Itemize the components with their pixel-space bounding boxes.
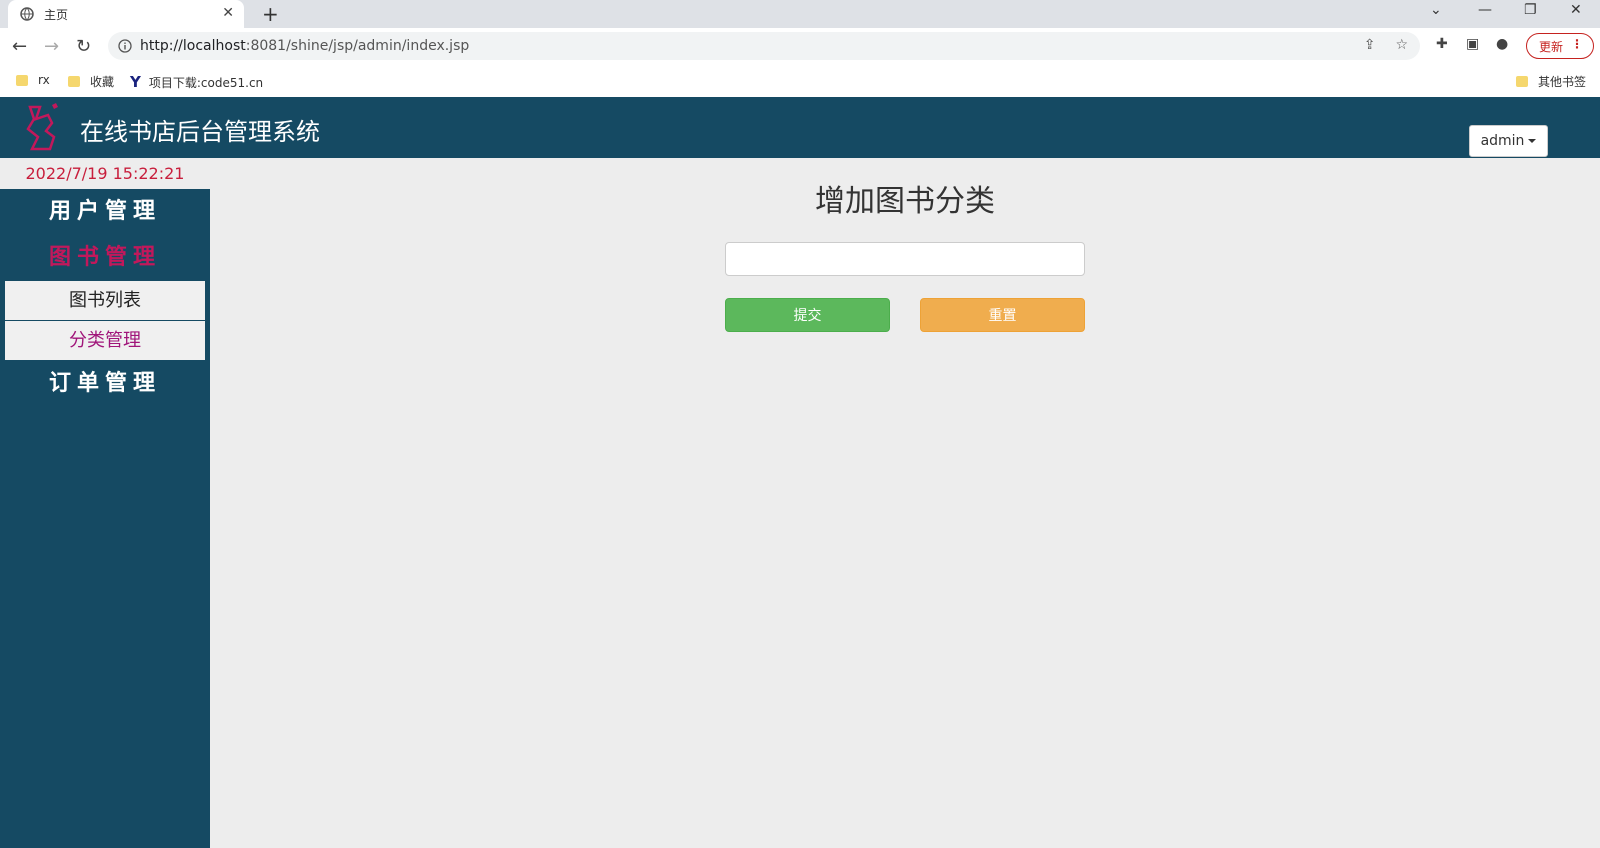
bookstore-logo-icon bbox=[26, 103, 58, 151]
address-bar[interactable]: http://localhost:8081/shine/jsp/admin/in… bbox=[108, 32, 1420, 60]
close-tab-icon[interactable]: ✕ bbox=[222, 5, 234, 21]
profile-icon[interactable]: ● bbox=[1496, 36, 1508, 52]
bookmark-label: rx bbox=[38, 73, 50, 87]
star-icon[interactable]: ☆ bbox=[1395, 37, 1408, 53]
side-panel-icon[interactable]: ▣ bbox=[1466, 36, 1479, 52]
update-button[interactable]: 更新 ⋮ bbox=[1526, 33, 1594, 59]
nav-order-management[interactable]: 订单管理 bbox=[0, 361, 210, 407]
admin-label: admin bbox=[1480, 133, 1525, 149]
admin-dropdown[interactable]: admin bbox=[1469, 125, 1548, 157]
new-tab-icon[interactable]: + bbox=[262, 2, 279, 26]
url-path: :8081/shine/jsp/admin/index.jsp bbox=[245, 38, 470, 54]
submit-button[interactable]: 提交 bbox=[725, 298, 890, 332]
back-icon[interactable]: ← bbox=[12, 36, 27, 57]
nav-book-management[interactable]: 图书管理 bbox=[0, 235, 210, 281]
tab-title: 主页 bbox=[44, 7, 69, 22]
tab-search-icon[interactable]: ⌄ bbox=[1430, 2, 1442, 18]
minimize-icon[interactable]: — bbox=[1478, 2, 1492, 18]
bookmark-favorites[interactable]: 收藏 bbox=[68, 73, 114, 90]
folder-icon bbox=[68, 76, 80, 87]
restore-icon[interactable]: ❐ bbox=[1524, 2, 1537, 18]
url-text: http://localhost:8081/shine/jsp/admin/in… bbox=[140, 38, 469, 54]
forward-icon[interactable]: → bbox=[44, 36, 59, 57]
bookmarks-bar: rx 收藏 Y 项目下载:code51.cn 其他书签 bbox=[0, 64, 1600, 97]
url-host: http://localhost bbox=[140, 38, 246, 54]
update-label: 更新 bbox=[1539, 39, 1564, 54]
nav-item-category-management[interactable]: 分类管理 bbox=[5, 321, 205, 361]
menu-dots-icon[interactable]: ⋮ bbox=[1571, 37, 1583, 51]
share-icon[interactable]: ⇪ bbox=[1364, 37, 1376, 53]
system-title: 在线书店后台管理系统 bbox=[80, 118, 320, 146]
nav-user-management[interactable]: 用户管理 bbox=[0, 189, 210, 235]
category-name-input[interactable] bbox=[725, 242, 1085, 276]
extensions-icon[interactable]: ✚ bbox=[1436, 36, 1448, 52]
folder-icon bbox=[16, 74, 28, 86]
bookmark-rx[interactable]: rx bbox=[16, 73, 50, 87]
info-icon[interactable] bbox=[118, 39, 132, 53]
folder-icon bbox=[1516, 76, 1528, 87]
bookmark-other[interactable]: 其他书签 bbox=[1516, 73, 1586, 90]
main-content: 增加图书分类 分类名称 提交 重置 bbox=[210, 158, 1600, 848]
bookmark-label: 项目下载:code51.cn bbox=[148, 75, 264, 90]
page-title: 增加图书分类 bbox=[815, 184, 995, 219]
browser-tab-strip: 主页 ✕ + ⌄ — ❐ ✕ bbox=[0, 0, 1600, 28]
close-window-icon[interactable]: ✕ bbox=[1570, 2, 1582, 18]
y-logo-icon: Y bbox=[130, 73, 141, 91]
bookmark-label: 其他书签 bbox=[1538, 75, 1587, 89]
bookmark-label: 收藏 bbox=[90, 75, 115, 89]
reload-icon[interactable]: ↻ bbox=[76, 36, 91, 57]
address-toolbar: ← → ↻ http://localhost:8081/shine/jsp/ad… bbox=[0, 28, 1600, 64]
bookmark-code51[interactable]: Y 项目下载:code51.cn bbox=[130, 73, 263, 91]
browser-tab[interactable]: 主页 ✕ bbox=[8, 0, 244, 28]
sidebar: 用户管理 图书管理 图书列表 分类管理 订单管理 bbox=[0, 189, 210, 848]
datetime-display: 2022/7/19 15:22:21 bbox=[25, 163, 185, 183]
globe-icon bbox=[20, 7, 34, 21]
app-header: 在线书店后台管理系统 admin bbox=[0, 97, 1600, 158]
caret-down-icon bbox=[1528, 139, 1537, 143]
reset-button[interactable]: 重置 bbox=[920, 298, 1085, 332]
nav-item-book-list[interactable]: 图书列表 bbox=[5, 281, 205, 321]
